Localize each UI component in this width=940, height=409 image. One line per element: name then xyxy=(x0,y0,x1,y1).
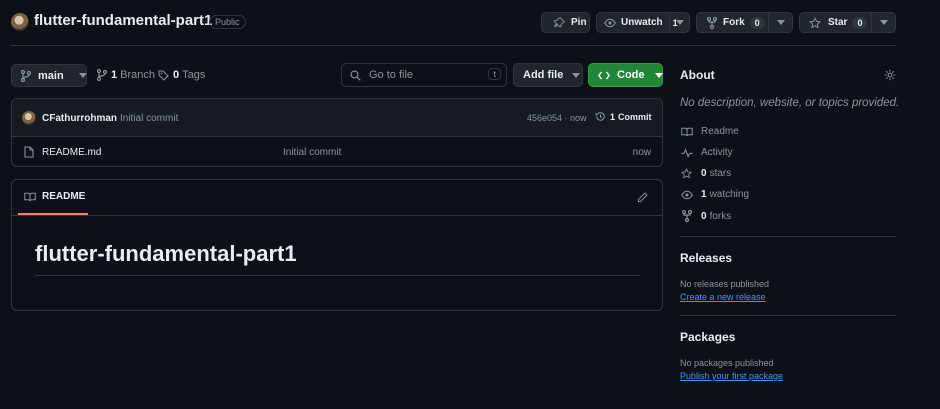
create-release-link[interactable]: Create a new release xyxy=(680,292,766,302)
branches-label: Branch xyxy=(120,69,155,81)
tags-label: Tags xyxy=(182,69,206,81)
branch-icon xyxy=(97,69,107,81)
forks-label: forks xyxy=(709,210,732,222)
go-to-file-input[interactable]: Go to file t xyxy=(341,63,507,87)
star-button[interactable]: Star 0 xyxy=(799,12,896,33)
star-icon xyxy=(809,16,821,29)
branch-selector[interactable]: main xyxy=(11,64,87,87)
triangle-down-icon xyxy=(572,72,581,78)
commit-hash-time[interactable]: 456e054 · now xyxy=(527,113,587,123)
triangle-down-icon xyxy=(776,20,785,25)
commits-link[interactable]: 1 Commit xyxy=(595,111,652,122)
repo-avatar[interactable] xyxy=(11,13,29,31)
file-time: now xyxy=(632,147,651,158)
book-icon xyxy=(24,192,36,202)
readme-tab[interactable]: README xyxy=(18,180,88,215)
fork-label: Fork xyxy=(723,17,745,28)
branches-count: 1 xyxy=(111,69,118,81)
add-file-label: Add file xyxy=(523,69,564,81)
stars-link[interactable]: 0 stars xyxy=(680,168,731,179)
activity-link-label: Activity xyxy=(701,147,733,158)
shortcut-key: t xyxy=(488,68,501,80)
repo-title[interactable]: flutter-fundamental-part1 xyxy=(34,12,212,29)
triangle-down-icon xyxy=(654,72,663,78)
readme-link-label: Readme xyxy=(701,126,739,137)
file-name[interactable]: README.md xyxy=(42,147,101,158)
forks-count: 0 xyxy=(701,210,707,222)
header-divider xyxy=(11,45,896,46)
code-button[interactable]: Code xyxy=(588,63,663,87)
code-label: Code xyxy=(617,69,645,81)
table-row[interactable]: README.md Initial commit now xyxy=(12,137,662,166)
book-icon xyxy=(680,127,693,137)
tags-count: 0 xyxy=(173,69,180,81)
readme-link[interactable]: Readme xyxy=(680,126,739,137)
pin-icon xyxy=(554,17,565,28)
fork-button[interactable]: Fork 0 xyxy=(696,12,793,33)
star-label: Star xyxy=(828,17,848,28)
forks-link[interactable]: 0 forks xyxy=(680,210,731,222)
fork-dropdown[interactable] xyxy=(768,13,792,32)
publish-package-link[interactable]: Publish your first package xyxy=(680,371,783,381)
stars-label: stars xyxy=(709,168,732,179)
commits-count: 1 xyxy=(610,111,616,122)
readme-tab-divider xyxy=(12,215,662,216)
eye-icon xyxy=(680,190,693,200)
pin-button[interactable]: Pin xyxy=(541,12,590,33)
file-commit-message[interactable]: Initial commit xyxy=(283,147,341,158)
fork-icon xyxy=(707,16,717,29)
unwatch-dropdown[interactable] xyxy=(669,13,689,32)
star-count: 0 xyxy=(852,16,868,29)
add-file-button[interactable]: Add file xyxy=(513,63,583,87)
go-to-file-placeholder: Go to file xyxy=(369,69,414,81)
triangle-down-icon xyxy=(78,73,87,78)
fork-count: 0 xyxy=(749,16,765,29)
tag-icon xyxy=(158,70,169,81)
branch-icon xyxy=(21,69,31,82)
readme-box: README flutter-fundamental-part1 xyxy=(11,179,663,311)
file-icon xyxy=(24,146,34,158)
commit-author[interactable]: CFathurrohman xyxy=(42,113,117,124)
activity-link[interactable]: Activity xyxy=(680,147,733,158)
readme-heading: flutter-fundamental-part1 xyxy=(35,241,297,266)
packages-empty-text: No packages published xyxy=(680,358,774,368)
pin-label: Pin xyxy=(571,17,587,28)
commit-message[interactable]: Initial commit xyxy=(120,113,178,124)
releases-empty-text: No releases published xyxy=(680,279,770,289)
history-icon xyxy=(595,111,606,122)
triangle-down-icon xyxy=(675,20,684,25)
readme-tab-label: README xyxy=(42,191,86,202)
branches-link[interactable]: 1 Branch xyxy=(97,69,155,81)
pencil-icon[interactable] xyxy=(637,192,648,203)
gear-icon[interactable] xyxy=(884,69,896,81)
latest-commit-bar: CFathurrohman Initial commit 456e054 · n… xyxy=(12,99,662,137)
code-icon xyxy=(598,71,610,80)
sidebar-divider xyxy=(680,236,896,237)
branch-name: main xyxy=(38,69,64,82)
unwatch-label: Unwatch xyxy=(621,17,663,28)
fork-icon xyxy=(680,210,693,222)
pulse-icon xyxy=(680,147,693,158)
star-dropdown[interactable] xyxy=(871,13,895,32)
sidebar-divider xyxy=(680,315,896,316)
commits-label: Commit xyxy=(618,111,652,122)
tags-link[interactable]: 0 Tags xyxy=(158,69,205,81)
readme-heading-rule xyxy=(35,275,640,276)
unwatch-button[interactable]: Unwatch 1 xyxy=(596,12,690,33)
packages-title[interactable]: Packages xyxy=(680,330,735,344)
stars-count: 0 xyxy=(701,168,707,179)
author-avatar[interactable] xyxy=(22,111,36,125)
eye-icon xyxy=(604,18,616,28)
file-table: CFathurrohman Initial commit 456e054 · n… xyxy=(11,98,663,167)
watching-count: 1 xyxy=(701,189,707,200)
about-title: About xyxy=(680,68,715,82)
search-icon xyxy=(350,69,361,81)
star-icon xyxy=(680,168,693,179)
releases-title[interactable]: Releases xyxy=(680,251,732,265)
visibility-badge: Public xyxy=(209,15,246,29)
triangle-down-icon xyxy=(879,20,888,25)
watching-link[interactable]: 1 watching xyxy=(680,189,749,200)
watching-label: watching xyxy=(709,189,750,200)
about-description: No description, website, or topics provi… xyxy=(680,97,900,109)
